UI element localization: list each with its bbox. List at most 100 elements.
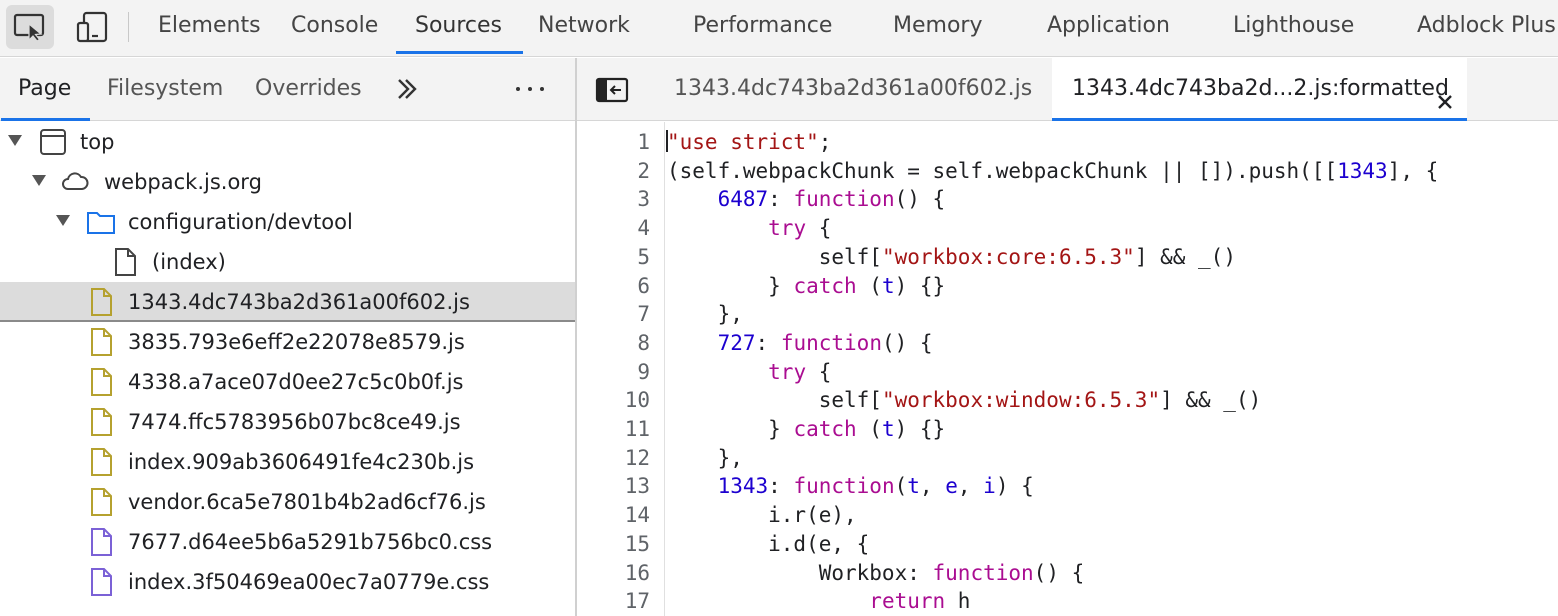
code-line[interactable]: 4 try {: [577, 214, 1558, 243]
line-number[interactable]: 10: [577, 386, 650, 415]
line-number[interactable]: 6: [577, 272, 650, 301]
code-text: self["workbox:window:6.5.3"] && _(): [667, 386, 1262, 415]
more-options-button[interactable]: [516, 80, 552, 98]
editor-tab-source[interactable]: 1343.4dc743ba2d361a00f602.js: [674, 58, 1032, 120]
code-token: ,: [919, 474, 946, 499]
line-number[interactable]: 15: [577, 530, 650, 559]
js-file-icon: [86, 487, 116, 517]
code-line[interactable]: 1 "use strict";: [577, 128, 1558, 157]
code-line[interactable]: 3 6487: function() {: [577, 185, 1558, 214]
code-token: i.d(e, {: [667, 531, 870, 556]
line-number[interactable]: 1: [577, 128, 650, 157]
code-line[interactable]: 9 try {: [577, 358, 1558, 387]
js-file-icon: [86, 407, 116, 437]
line-number[interactable]: 13: [577, 472, 650, 501]
tree-item[interactable]: webpack.js.org: [0, 162, 575, 202]
code-line[interactable]: 15 i.d(e, {: [577, 530, 1558, 559]
tree-item[interactable]: 7474.ffc5783956b07bc8ce49.js: [0, 402, 575, 442]
tree-item-label: 1343.4dc743ba2d361a00f602.js: [128, 290, 470, 314]
tree-item-label: index.3f50469ea00ec7a0779e.css: [128, 570, 490, 594]
line-number[interactable]: 5: [577, 243, 650, 272]
line-number[interactable]: 12: [577, 444, 650, 473]
tree-item[interactable]: 3835.793e6eff2e22078e8579.js: [0, 322, 575, 362]
tab-console[interactable]: Console: [291, 0, 378, 53]
tree-item[interactable]: top: [0, 122, 575, 162]
more-horizontal-icon: [516, 87, 544, 91]
line-number[interactable]: 2: [577, 157, 650, 186]
code-line[interactable]: 11 } catch (t) {}: [577, 415, 1558, 444]
expanded-arrow-icon[interactable]: [32, 175, 46, 186]
code-token: return: [869, 589, 946, 614]
expanded-arrow-icon[interactable]: [56, 215, 70, 226]
tab-adblock-plus[interactable]: Adblock Plus: [1417, 0, 1556, 53]
tree-item[interactable]: 4338.a7ace07d0ee27c5c0b0f.js: [0, 362, 575, 402]
line-number[interactable]: 14: [577, 501, 650, 530]
code-token: :: [768, 187, 794, 212]
tab-network[interactable]: Network: [538, 0, 630, 53]
code-token: catch: [793, 417, 857, 441]
line-number[interactable]: 16: [577, 559, 650, 588]
tab-filesystem[interactable]: Filesystem: [107, 58, 223, 120]
code-line[interactable]: 14 i.r(e),: [577, 501, 1558, 530]
code-line[interactable]: 8 727: function() {: [577, 329, 1558, 358]
device-toolbar-button[interactable]: [68, 5, 116, 49]
line-number[interactable]: 17: [577, 587, 650, 616]
code-line[interactable]: 10 self["workbox:window:6.5.3"] && _(): [577, 386, 1558, 415]
tab-elements[interactable]: Elements: [158, 0, 261, 53]
tab-page[interactable]: Page: [0, 58, 91, 121]
text-caret: [666, 130, 668, 152]
tree-item[interactable]: 1343.4dc743ba2d361a00f602.js: [0, 282, 575, 322]
tab-application[interactable]: Application: [1047, 0, 1170, 53]
line-number[interactable]: 4: [577, 214, 650, 243]
tree-item[interactable]: (index): [0, 242, 575, 282]
inspect-element-button[interactable]: [6, 5, 54, 49]
code-token: function: [793, 187, 895, 212]
tree-item[interactable]: vendor.6ca5e7801b4b2ad6cf76.js: [0, 482, 575, 522]
tab-sources[interactable]: Sources: [395, 0, 524, 54]
toggle-navigator-icon: [595, 77, 629, 103]
code-token: function: [793, 474, 895, 499]
line-number[interactable]: 3: [577, 185, 650, 214]
code-line[interactable]: 17 return h: [577, 587, 1558, 616]
tab-lighthouse[interactable]: Lighthouse: [1233, 0, 1354, 53]
line-number[interactable]: 9: [577, 358, 650, 387]
code-text: try {: [667, 358, 831, 387]
line-number[interactable]: 7: [577, 300, 650, 329]
code-text: 1343: function(t, e, i) {: [667, 472, 1034, 501]
editor-tab-formatted[interactable]: 1343.4dc743ba2d...2.js:formatted: [1052, 58, 1467, 121]
tab-performance[interactable]: Performance: [693, 0, 832, 53]
code-token: h: [945, 589, 971, 614]
close-tab-button[interactable]: [1433, 77, 1457, 109]
code-token: },: [667, 302, 743, 327]
code-line[interactable]: 16 Workbox: function() {: [577, 559, 1558, 588]
code-token: }: [667, 273, 794, 298]
code-line[interactable]: 13 1343: function(t, e, i) {: [577, 472, 1558, 501]
tree-item[interactable]: index.3f50469ea00ec7a0779e.css: [0, 562, 575, 602]
tab-overrides[interactable]: Overrides: [255, 58, 362, 120]
code-area[interactable]: 1 "use strict"; 2 (self.webpackChunk = self…: [577, 122, 1558, 616]
devtools-toolbar: Elements Console Sources Network Perform…: [0, 0, 1558, 57]
code-line[interactable]: 5 self["workbox:core:6.5.3"] && _(): [577, 243, 1558, 272]
code-token: t: [881, 417, 895, 441]
chevron-double-right-icon: [398, 79, 417, 99]
toggle-navigator-button[interactable]: [595, 76, 629, 104]
cloud-icon: [60, 167, 90, 197]
more-tabs-button[interactable]: [392, 73, 422, 105]
expanded-arrow-icon[interactable]: [8, 135, 22, 146]
tree-item[interactable]: configuration/devtool: [0, 202, 575, 242]
tree-item-label: 7474.ffc5783956b07bc8ce49.js: [128, 410, 461, 434]
code-line[interactable]: 2 (self.webpackChunk = self.webpackChunk …: [577, 157, 1558, 186]
line-number[interactable]: 11: [577, 415, 650, 444]
line-number[interactable]: 8: [577, 329, 650, 358]
tree-item[interactable]: 7677.d64ee5b6a5291b756bc0.css: [0, 522, 575, 562]
code-line[interactable]: 7 },: [577, 300, 1558, 329]
tree-item[interactable]: index.909ab3606491fe4c230b.js: [0, 442, 575, 482]
code-line[interactable]: 12 },: [577, 444, 1558, 473]
code-line[interactable]: 6 } catch (t) {}: [577, 272, 1558, 301]
tree-item-label: 3835.793e6eff2e22078e8579.js: [128, 330, 465, 354]
code-text: return h: [667, 587, 970, 616]
code-token: catch: [793, 273, 857, 298]
tab-memory[interactable]: Memory: [893, 0, 982, 53]
